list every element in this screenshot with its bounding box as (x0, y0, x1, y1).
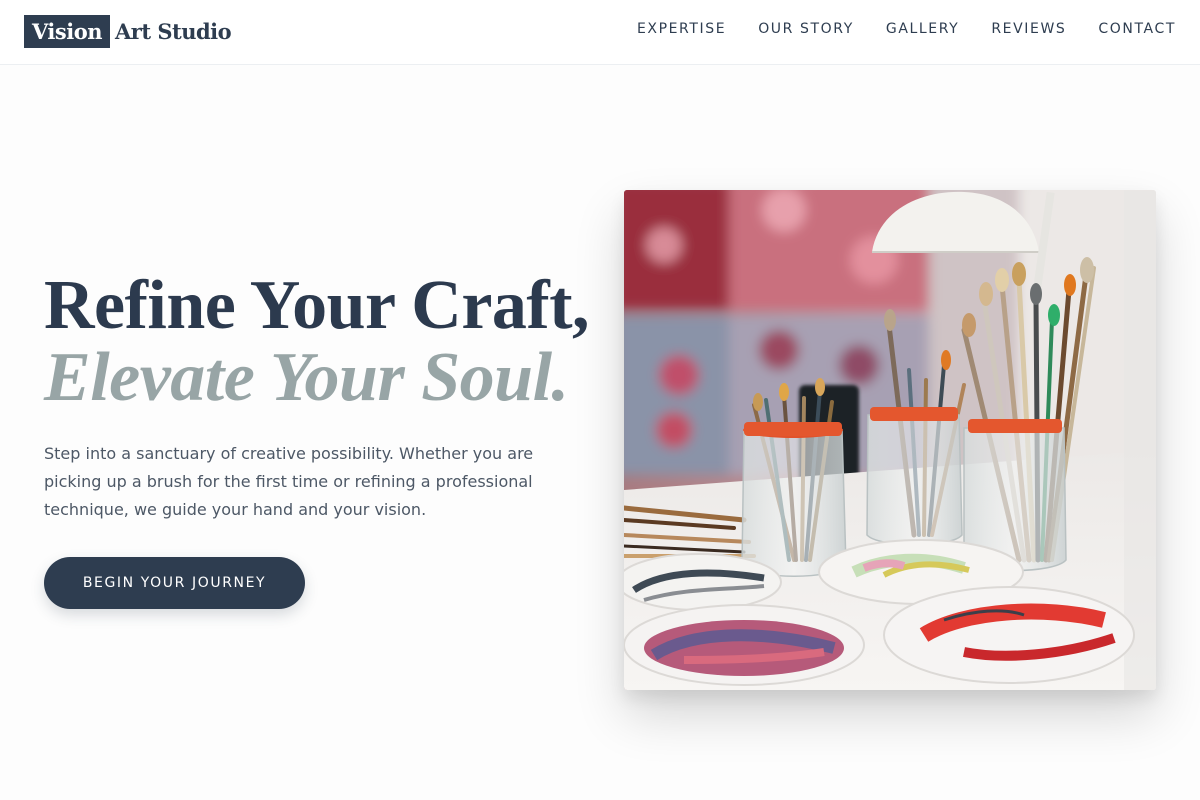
hero-heading-line2: Elevate Your Soul. (44, 339, 569, 416)
nav-link-contact[interactable]: CONTACT (1098, 21, 1176, 37)
hero-image (624, 190, 1156, 690)
hero-heading: Refine Your Craft, Elevate Your Soul. (44, 270, 604, 414)
logo-wordmark: Art Studio (114, 19, 232, 44)
logo-mark: Vision (24, 15, 110, 48)
logo[interactable]: Vision Art Studio (24, 15, 232, 48)
begin-journey-button[interactable]: BEGIN YOUR JOURNEY (44, 557, 305, 609)
site-header: Vision Art Studio EXPERTISE OUR STORY GA… (0, 0, 1200, 65)
hero-content: Refine Your Craft, Elevate Your Soul. St… (44, 270, 604, 609)
nav-link-gallery[interactable]: GALLERY (886, 21, 959, 37)
nav-link-reviews[interactable]: REVIEWS (991, 21, 1066, 37)
main-nav: EXPERTISE OUR STORY GALLERY REVIEWS CONT… (637, 21, 1176, 37)
nav-link-expertise[interactable]: EXPERTISE (637, 21, 726, 37)
paint-brushes-photo (624, 190, 1156, 690)
hero-description: Step into a sanctuary of creative possib… (44, 444, 534, 519)
nav-link-our-story[interactable]: OUR STORY (758, 21, 854, 37)
hero-heading-line1: Refine Your Craft, (44, 267, 590, 344)
